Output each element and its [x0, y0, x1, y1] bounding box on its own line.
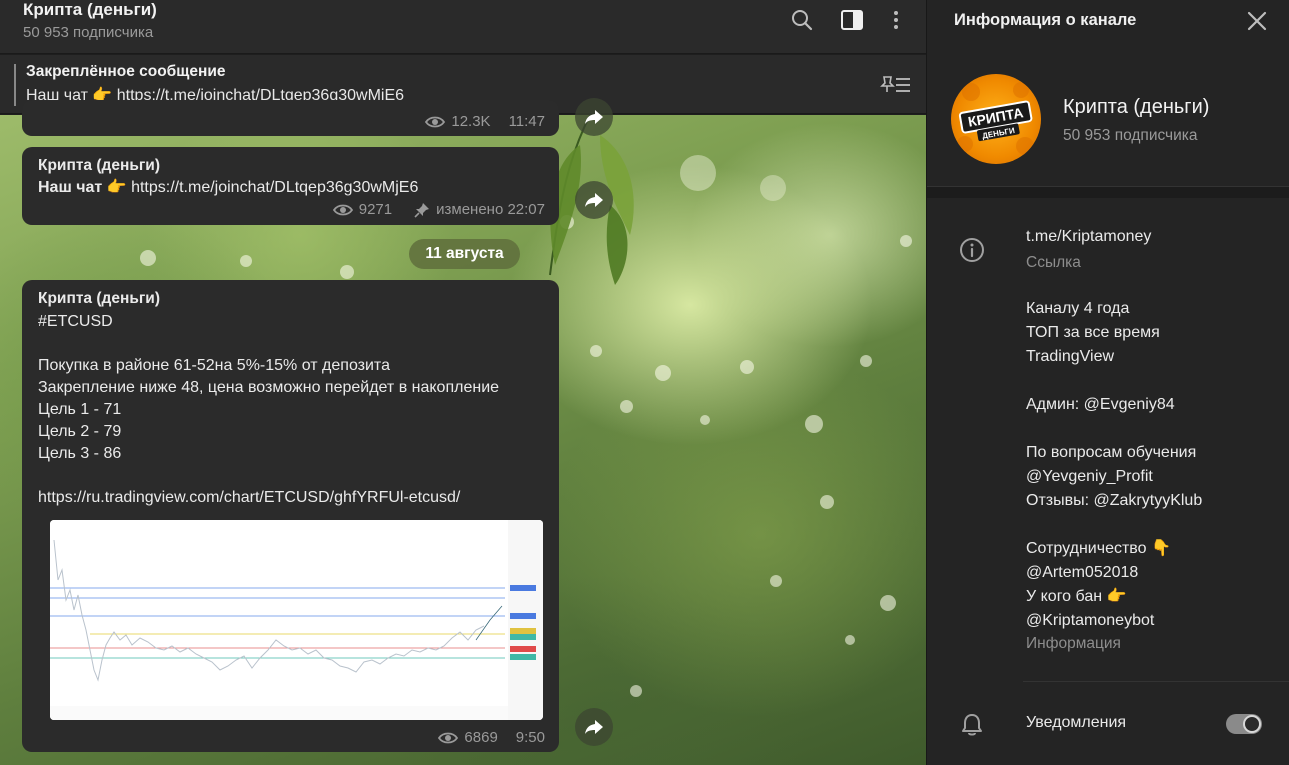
message-time: 11:47: [508, 113, 545, 130]
message-line: Цель 2 - 79: [38, 423, 122, 440]
pinned-accent-bar: [14, 64, 16, 106]
channel-description-label: Информация: [1026, 635, 1121, 652]
message-bubble[interactable]: Крипта (деньги) Наш чат 👉 https://t.me/j…: [22, 147, 559, 225]
channel-name: Крипта (деньги): [1063, 96, 1210, 118]
description-line[interactable]: Отзывы: @ZakrytyyKlub: [1026, 489, 1276, 513]
views-count: 12.3K: [451, 113, 491, 130]
pinned-icon: [414, 202, 430, 218]
channel-logo: КРИПТА ДЕНЬГИ: [957, 82, 1034, 155]
channel-link-label: Ссылка: [1026, 254, 1081, 271]
views-count: 9271: [358, 201, 393, 218]
message-author[interactable]: Крипта (деньги): [38, 157, 160, 175]
message-link[interactable]: https://ru.tradingview.com/chart/ETCUSD/…: [38, 487, 553, 509]
edited-label: изменено 22:07: [436, 201, 545, 218]
description-line: TradingView: [1026, 348, 1115, 365]
message-text-bold: Наш чат: [38, 179, 103, 196]
channel-avatar[interactable]: КРИПТА ДЕНЬГИ: [951, 74, 1041, 164]
description-line: ТОП за все время: [1026, 324, 1160, 341]
message-meta: 12.3K 11:47: [425, 113, 545, 130]
pinned-title: Закреплённое сообщение: [26, 63, 226, 80]
message-text-link[interactable]: 👉 https://t.me/joinchat/DLtqep36g30wMjE6: [102, 179, 419, 196]
message-text: Наш чат 👉 https://t.me/joinchat/DLtqep36…: [38, 177, 418, 199]
message-bubble[interactable]: Крипта (деньги) #ETCUSD Покупка в районе …: [22, 280, 559, 752]
description-line: [1026, 513, 1276, 537]
sidebar-toggle-icon[interactable]: [840, 8, 864, 32]
description-line[interactable]: Админ: @Evgeniy84: [1026, 393, 1276, 417]
message-line: Цель 3 - 86: [38, 445, 122, 462]
forward-button[interactable]: [575, 181, 613, 219]
description-line[interactable]: @Yevgeniy_Profit: [1026, 465, 1276, 489]
channel-link[interactable]: t.me/Kriptamoney: [1026, 228, 1151, 246]
bell-icon: [962, 714, 982, 736]
message-meta: 9271 изменено 22:07: [332, 201, 545, 218]
channel-description: Каналу 4 года ТОП за все время TradingView…: [1026, 297, 1276, 633]
chat-subscriber-count: 50 953 подписчика: [23, 24, 154, 41]
section-divider: [1023, 681, 1289, 682]
date-separator: 11 августа: [409, 239, 520, 269]
search-icon[interactable]: [790, 8, 814, 32]
share-arrow-icon: [585, 193, 603, 207]
views-icon: [438, 732, 459, 743]
close-icon[interactable]: [1245, 9, 1269, 33]
message-time: 9:50: [515, 729, 545, 746]
notifications-toggle[interactable]: [1226, 714, 1262, 734]
info-panel-title: Информация о канале: [954, 11, 1137, 29]
message-line: Закрепление ниже 48, цена возможно перей…: [38, 379, 500, 396]
description-line: [1026, 417, 1276, 441]
chat-header: Крипта (деньги) 50 953 подписчика: [0, 0, 926, 54]
message-text: #ETCUSD Покупка в районе 61-52на 5%-15% о…: [38, 311, 553, 509]
channel-subscriber-count: 50 953 подписчика: [1063, 127, 1198, 144]
share-arrow-icon: [585, 110, 603, 124]
description-line: [1026, 369, 1276, 393]
description-line: По вопросам обучения: [1026, 444, 1197, 461]
description-line: У кого бан 👉: [1026, 588, 1127, 605]
toggle-knob: [1243, 715, 1261, 733]
message-bubble[interactable]: 12.3K 11:47: [22, 100, 559, 136]
views-icon: [425, 116, 446, 127]
channel-info-panel: Информация о канале КРИПТА ДЕНЬГИ Крипта…: [926, 0, 1289, 765]
views-count: 6869: [464, 729, 498, 746]
message-line: [38, 465, 553, 487]
more-vertical-icon[interactable]: [884, 8, 908, 32]
description-line: Сотрудничество 👇: [1026, 540, 1171, 557]
forward-button[interactable]: [575, 708, 613, 746]
share-arrow-icon: [585, 720, 603, 734]
pin-list-icon[interactable]: [878, 73, 912, 95]
chat-title[interactable]: Крипта (деньги): [23, 0, 157, 20]
message-line: Покупка в районе 61-52на 5%-15% от депоз…: [38, 357, 390, 374]
section-divider: [927, 186, 1289, 198]
forward-button[interactable]: [575, 98, 613, 136]
message-author[interactable]: Крипта (деньги): [38, 290, 160, 308]
chart-preview-image[interactable]: [50, 520, 543, 720]
tradingview-chart-thumbnail: [50, 520, 543, 720]
chat-panel: Крипта (деньги) 50 953 подписчика Закреп…: [0, 0, 926, 765]
message-meta: 6869 9:50: [438, 729, 545, 746]
message-line: [38, 333, 553, 355]
description-line[interactable]: @Artem052018: [1026, 561, 1276, 585]
notifications-label: Уведомления: [1026, 714, 1127, 731]
message-line: Цель 1 - 71: [38, 401, 122, 418]
description-line[interactable]: @Kriptamoneybot: [1026, 609, 1276, 633]
info-icon: [960, 238, 984, 262]
description-line: Каналу 4 года: [1026, 300, 1130, 317]
views-icon: [332, 204, 353, 215]
message-line[interactable]: #ETCUSD: [38, 311, 553, 333]
